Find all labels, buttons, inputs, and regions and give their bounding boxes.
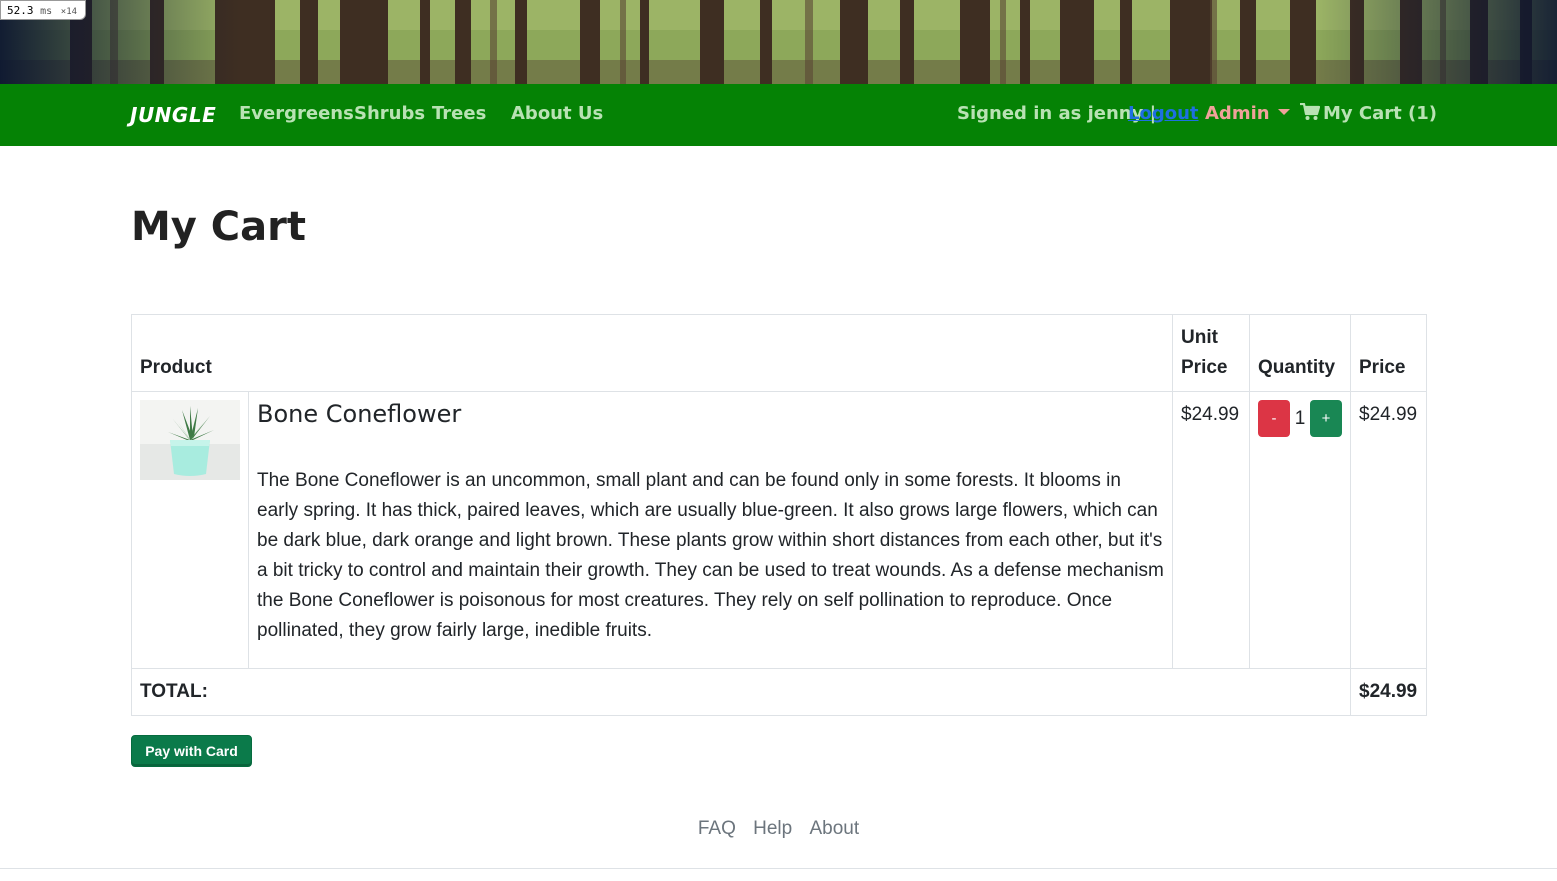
- total-label: TOTAL:: [131, 668, 1351, 716]
- pay-with-card-button[interactable]: Pay with Card: [131, 735, 252, 767]
- render-time-unit: ms: [40, 6, 53, 17]
- decrement-quantity-button[interactable]: -: [1258, 400, 1290, 437]
- header-quantity: Quantity: [1249, 314, 1351, 392]
- header-price: Price: [1350, 314, 1427, 392]
- caret-down-icon: [1277, 109, 1290, 115]
- footer-link-help[interactable]: Help: [753, 818, 792, 839]
- forest-header-banner: [0, 0, 1557, 84]
- product-name: Bone Coneflower: [257, 400, 462, 428]
- signed-in-text: Signed in as jenny |: [957, 103, 1157, 124]
- cart-item-row: Bone Coneflower The Bone Coneflower is a…: [131, 391, 1427, 669]
- nav-link-shrubs[interactable]: Shrubs: [354, 103, 425, 124]
- render-time-multiplier: ×14: [60, 7, 78, 17]
- admin-label: Admin: [1205, 103, 1270, 124]
- quantity-cell: - 1 +: [1249, 391, 1351, 669]
- nav-link-about-us[interactable]: About Us: [511, 103, 603, 124]
- admin-dropdown-toggle[interactable]: Admin: [1205, 103, 1290, 124]
- line-price-cell: $24.99: [1350, 391, 1427, 669]
- cart-table: Product Unit Price Quantity Price Bone C…: [131, 314, 1427, 716]
- footer-link-faq[interactable]: FAQ: [698, 818, 736, 839]
- header-unit-price: Unit Price: [1172, 314, 1250, 392]
- quantity-stepper: - 1 +: [1258, 400, 1342, 437]
- render-time-value: 52.3: [7, 4, 34, 17]
- my-cart-label: My Cart (1): [1323, 103, 1437, 124]
- product-description: The Bone Coneflower is an uncommon, smal…: [257, 470, 1164, 641]
- unit-price-cell: $24.99: [1172, 391, 1250, 669]
- brand-logo[interactable]: JUNGLE: [130, 103, 216, 127]
- nav-link-evergreens[interactable]: Evergreens: [239, 103, 354, 124]
- product-details-cell: Bone Coneflower The Bone Coneflower is a…: [248, 391, 1173, 669]
- shopping-cart-icon: [1300, 103, 1320, 120]
- footer-divider: [0, 868, 1557, 869]
- product-image-cell: [131, 391, 249, 669]
- increment-quantity-button[interactable]: +: [1310, 400, 1342, 437]
- footer-links: FAQ Help About: [0, 818, 1557, 840]
- logout-link[interactable]: Logout: [1128, 103, 1199, 124]
- succulent-plant-icon: [140, 400, 240, 480]
- potted-succulent-image: [140, 400, 240, 480]
- cart-total-row: TOTAL: $24.99: [131, 668, 1427, 716]
- render-time-badge: 52.3 ms ×14: [0, 0, 87, 20]
- footer-link-about[interactable]: About: [810, 818, 860, 839]
- cart-header-row: Product Unit Price Quantity Price: [131, 314, 1427, 392]
- page-title: My Cart: [131, 204, 306, 250]
- total-value: $24.99: [1350, 668, 1427, 716]
- nav-link-trees[interactable]: Trees: [432, 103, 486, 124]
- quantity-value: 1: [1294, 407, 1306, 429]
- top-navbar: JUNGLE Evergreens Shrubs Trees About Us …: [0, 84, 1557, 146]
- forest-trees-illustration: [0, 0, 1557, 84]
- my-cart-link[interactable]: My Cart (1): [1300, 103, 1437, 124]
- header-product: Product: [131, 314, 1173, 392]
